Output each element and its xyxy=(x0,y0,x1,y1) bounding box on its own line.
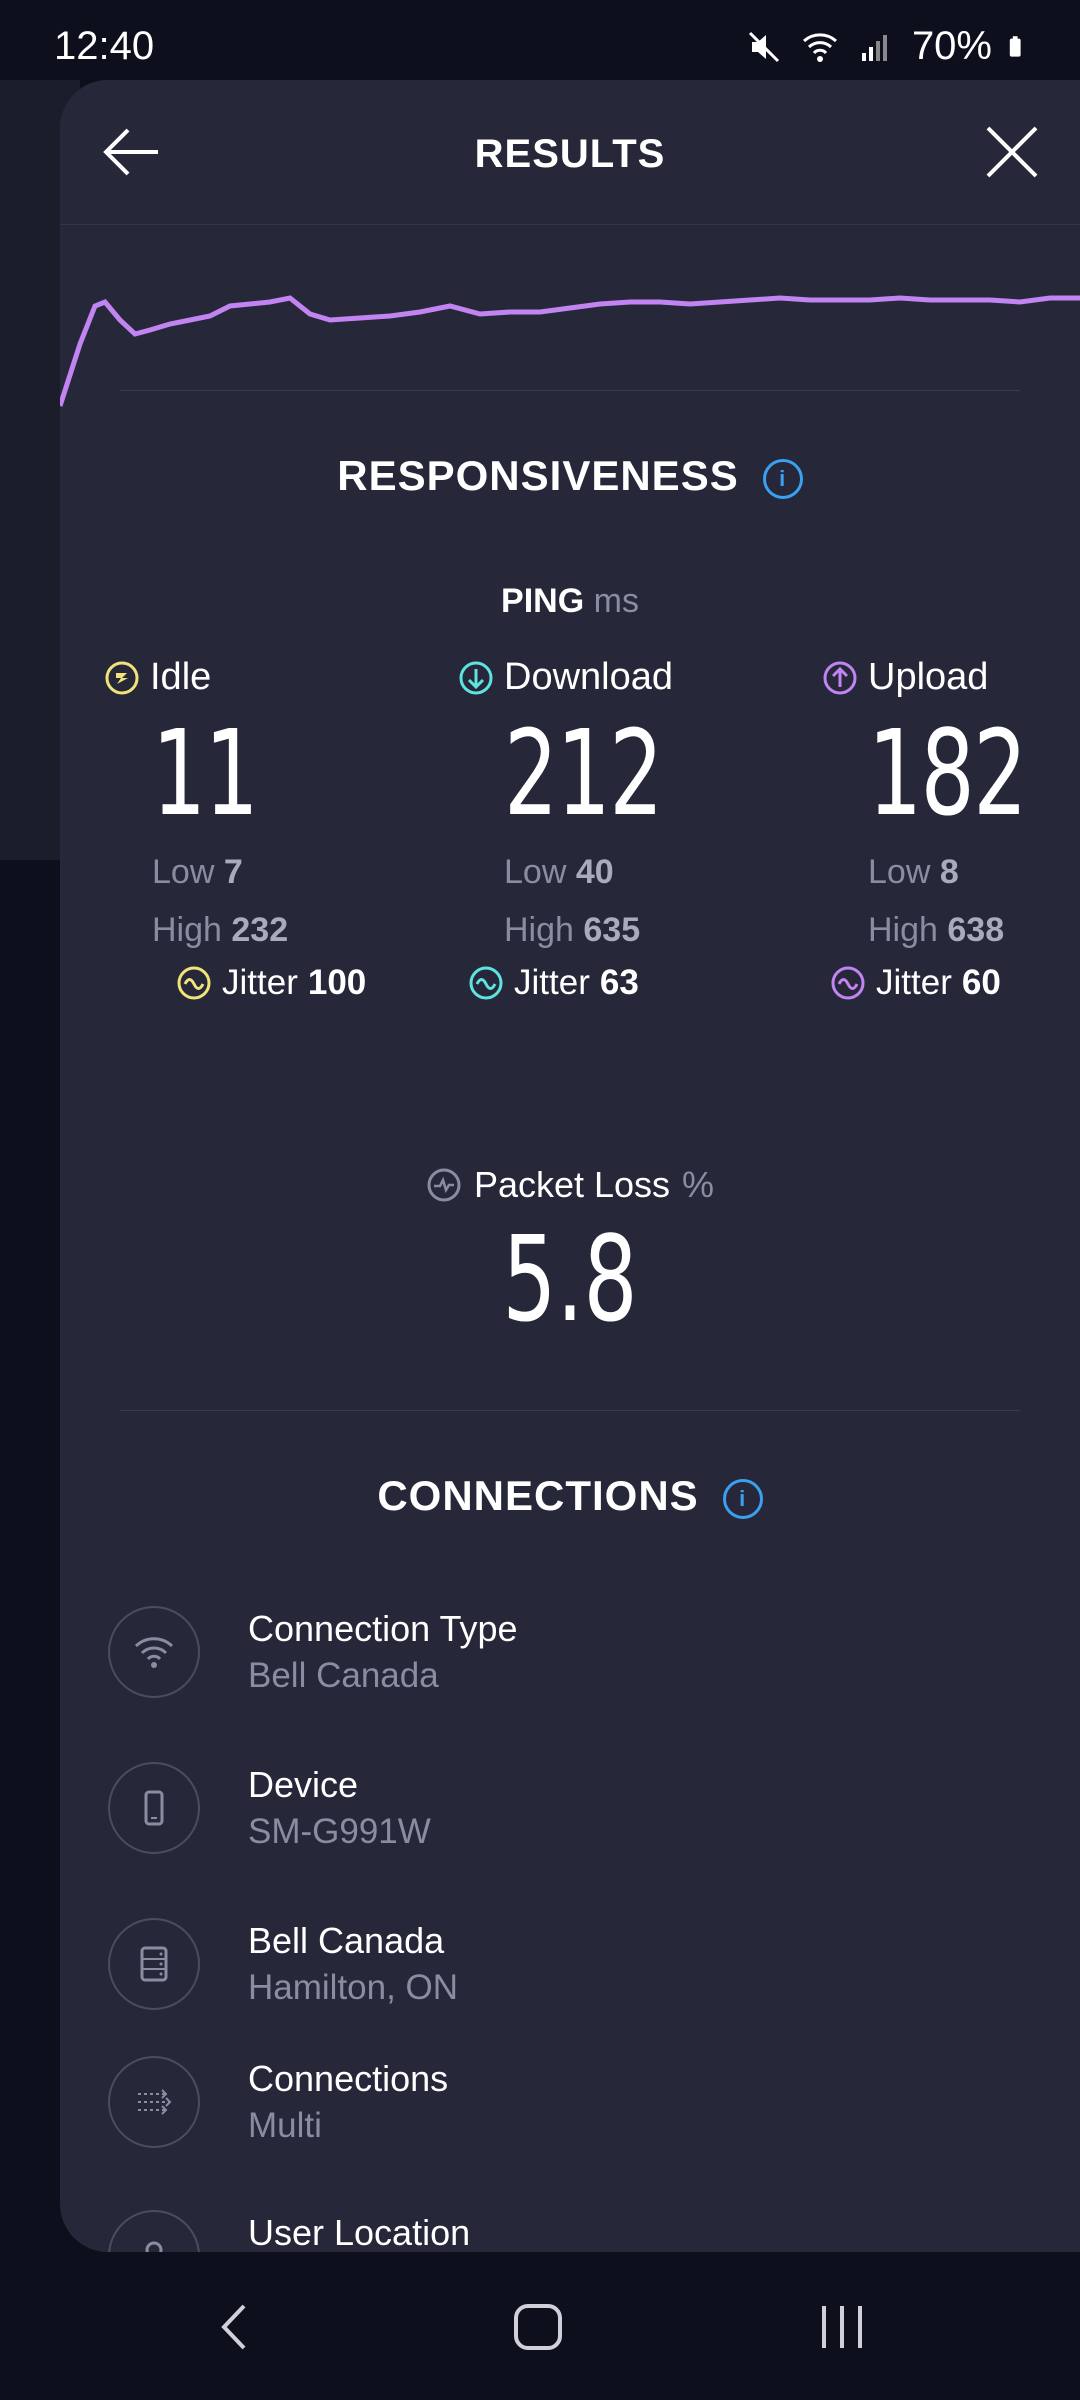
jitter-icon xyxy=(831,966,865,1000)
upload-ping-value: 182 xyxy=(868,704,1027,842)
connection-label: Bell Canada xyxy=(248,1920,445,1961)
jitter-icon xyxy=(177,966,211,1000)
packet-loss-unit: % xyxy=(682,1164,715,1205)
ping-label: PING xyxy=(501,582,585,620)
mute-icon xyxy=(748,31,779,62)
divider-2 xyxy=(120,1410,1020,1411)
packet-loss-value: 5.8 xyxy=(502,1210,638,1348)
status-time: 12:40 xyxy=(54,24,155,68)
ping-title: PING ms xyxy=(60,582,1080,621)
download-ping-value: 212 xyxy=(504,704,663,842)
connection-value: Hamilton, ON xyxy=(248,1968,459,2007)
server-row: Bell Canada Hamilton, ON xyxy=(108,1918,1068,2028)
packet-loss-label: Packet Loss xyxy=(473,1164,671,1205)
idle-label: Idle xyxy=(150,656,212,698)
signal-icon xyxy=(861,34,887,61)
connections-title: CONNECTIONS i xyxy=(60,1472,1080,1520)
ping-unit: ms xyxy=(593,582,639,620)
connection-value: SM-G991W xyxy=(248,1812,431,1851)
ping-column-idle: Idle 11 Low 7 High 232 Jitter 100 xyxy=(105,656,366,1003)
close-icon[interactable] xyxy=(984,124,1040,180)
server-icon xyxy=(140,1946,168,1982)
page-title: RESULTS xyxy=(474,132,666,176)
navigation-bar xyxy=(0,2252,1080,2400)
responsiveness-title: RESPONSIVENESS i xyxy=(60,452,1080,500)
idle-jitter: Jitter 100 xyxy=(176,963,366,1003)
connection-label: User Location xyxy=(248,2212,471,2252)
responsiveness-title-text: RESPONSIVENESS xyxy=(337,452,739,499)
phone-icon xyxy=(144,1790,164,1826)
status-icons: 70% xyxy=(744,24,1032,69)
download-icon xyxy=(459,661,493,694)
packet-loss: Packet Loss % 5.8 xyxy=(60,1164,1080,1344)
status-bar: 12:40 70% xyxy=(0,0,1080,92)
location-icon xyxy=(145,2241,163,2252)
user-location-row: User Location xyxy=(108,2210,1068,2252)
upload-jitter: Jitter 60 xyxy=(830,963,1080,1003)
connection-value: Multi xyxy=(248,2106,322,2145)
divider-1 xyxy=(120,390,1020,391)
speed-graph xyxy=(60,295,1080,407)
wifi-icon xyxy=(134,1637,174,1668)
connection-value: Bell Canada xyxy=(248,1656,439,1695)
nav-back-icon[interactable] xyxy=(200,2292,270,2362)
ping-column-download: Download 212 Low 40 High 635 Jitter 63 xyxy=(458,656,723,1003)
ping-column-upload: Upload 182 Low 8 High 638 Jitter 60 xyxy=(822,656,1080,1003)
packet-loss-icon xyxy=(427,1168,461,1202)
nav-recents-icon[interactable] xyxy=(807,2292,877,2362)
connection-label: Connections xyxy=(248,2058,449,2099)
device-row: Device SM-G991W xyxy=(108,1762,1068,1872)
connection-label: Device xyxy=(248,1764,359,1805)
idle-ping-value: 11 xyxy=(152,704,259,842)
packet-loss-header: Packet Loss % xyxy=(426,1164,714,1206)
multi-connection-icon xyxy=(138,2089,172,2115)
download-jitter: Jitter 63 xyxy=(468,963,723,1003)
info-icon[interactable]: i xyxy=(722,1478,763,1519)
battery-icon xyxy=(1009,35,1021,57)
upload-high: High 638 xyxy=(868,911,1005,949)
wifi-icon xyxy=(802,32,837,62)
info-icon[interactable]: i xyxy=(762,458,803,499)
battery-percent: 70% xyxy=(911,24,992,68)
connection-type-row: Connection Type Bell Canada xyxy=(108,1606,1068,1716)
connection-label: Connection Type xyxy=(248,1608,518,1649)
upload-label: Upload xyxy=(868,656,989,698)
connections-title-text: CONNECTIONS xyxy=(377,1472,699,1519)
upload-low: Low 8 xyxy=(868,853,959,891)
results-header: RESULTS xyxy=(60,80,1080,225)
download-high: High 635 xyxy=(504,911,641,949)
connections-count-row: Connections Multi xyxy=(108,2056,1068,2166)
idle-icon xyxy=(105,661,139,694)
idle-low: Low 7 xyxy=(152,853,243,891)
download-low: Low 40 xyxy=(504,853,614,891)
results-sheet: RESULTS RESPONSIVENESS i PING ms Idle 11 … xyxy=(60,80,1080,2252)
nav-home-icon[interactable] xyxy=(503,2292,573,2362)
download-label: Download xyxy=(504,656,673,698)
jitter-icon xyxy=(469,966,503,1000)
upload-icon xyxy=(823,661,857,694)
idle-high: High 232 xyxy=(152,911,289,949)
